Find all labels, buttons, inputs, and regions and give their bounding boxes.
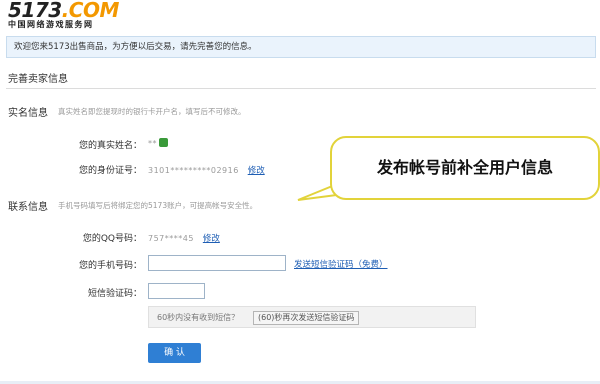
real-name-group-hint: 真实姓名即您提现时的银行卡开户名，填写后不可修改。 [58, 107, 246, 116]
phone-input[interactable] [148, 255, 286, 271]
verified-shield-icon [159, 138, 168, 147]
id-number-row: 3101*********02916 修改 [148, 164, 265, 176]
section-divider [6, 88, 596, 89]
qq-edit-link[interactable]: 修改 [203, 234, 220, 244]
send-sms-code-link[interactable]: 发送短信验证码（免费） [294, 258, 388, 270]
contact-group-hint: 手机号码填写后将绑定您的5173账户，可提高帐号安全性。 [58, 201, 258, 210]
id-edit-link[interactable]: 修改 [248, 166, 265, 176]
id-number-label: 您的身份证号： [78, 166, 142, 176]
qq-value: 757****45 [148, 234, 194, 243]
resend-hint: 60秒内没有收到短信？ [157, 313, 240, 322]
confirm-button[interactable]: 确 认 [148, 343, 201, 363]
real-name-group-title: 实名信息 [8, 108, 48, 119]
section-title: 完善卖家信息 [8, 74, 68, 85]
resend-panel: 60秒内没有收到短信？ (60)秒再次发送短信验证码 [148, 306, 476, 328]
id-number-value: 3101*********02916 [148, 166, 239, 175]
callout-bubble: 发布帐号前补全用户信息 [330, 136, 600, 200]
real-name-value-wrap: ** [148, 138, 168, 149]
site-logo: 5173.COM 中国网络游戏服务网 [8, 0, 128, 29]
real-name-value: ** [148, 139, 157, 148]
sms-code-input[interactable] [148, 283, 205, 299]
phone-label: 您的手机号码： [78, 261, 142, 271]
contact-group-title: 联系信息 [8, 202, 48, 213]
real-name-label: 您的真实姓名： [78, 141, 142, 151]
qq-row: 757****45 修改 [148, 232, 220, 244]
welcome-notice: 欢迎您来5173出售商品，为方便以后交易，请先完善您的信息。 [6, 36, 596, 58]
logo-domain: .COM [61, 0, 120, 22]
logo-number: 5173 [8, 0, 62, 22]
resend-sms-button[interactable]: (60)秒再次发送短信验证码 [253, 311, 360, 325]
qq-label: 您的QQ号码： [82, 234, 142, 244]
sms-code-label: 短信验证码： [87, 289, 142, 299]
